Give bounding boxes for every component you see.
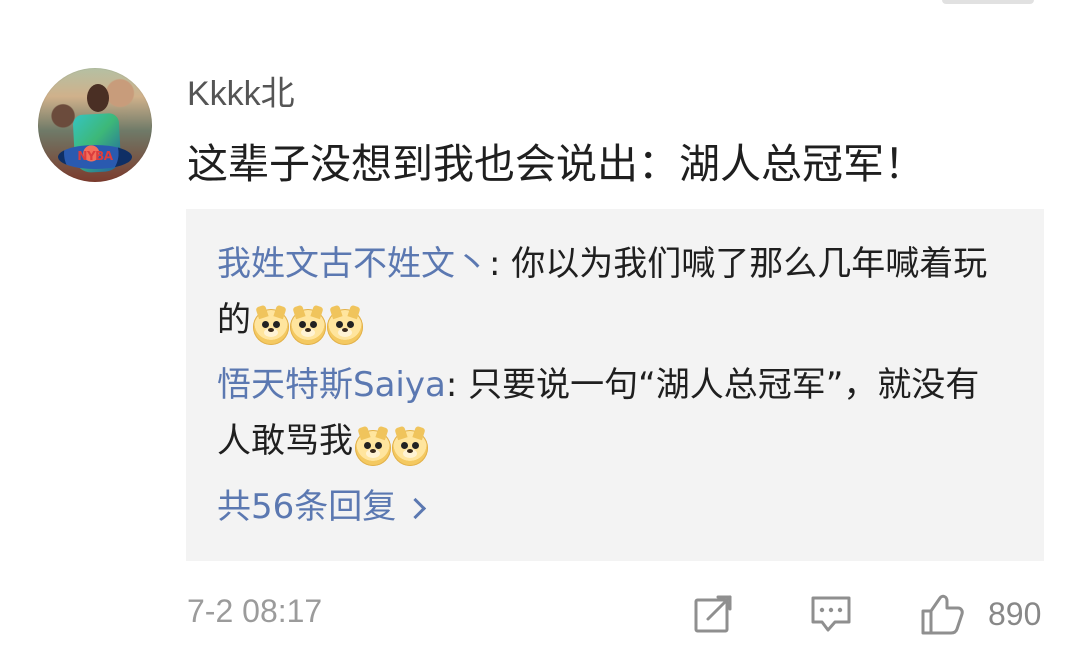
- reply-emoji-group: [253, 297, 364, 353]
- more-replies-link[interactable]: 共56条回复: [217, 483, 427, 531]
- reply-preview-box[interactable]: 我姓文古不姓文丶: 你以为我们喊了那么几年喊着玩的 悟天特斯Saiya: 只要说…: [186, 209, 1044, 561]
- avatar-logo-text: NYBA: [77, 149, 113, 163]
- reply-username[interactable]: 我姓文古不姓文丶: [217, 244, 489, 284]
- like-button[interactable]: 890: [918, 590, 1041, 638]
- username[interactable]: Kkkk北: [187, 74, 295, 114]
- doge-icon: [253, 308, 289, 345]
- comment-icon: [807, 590, 855, 638]
- comment-text: 这辈子没想到我也会说出：湖人总冠军！: [187, 140, 925, 188]
- more-replies-label: 共56条回复: [217, 487, 397, 527]
- avatar-person-head: [87, 84, 109, 112]
- reply-emoji-group: [355, 418, 429, 474]
- doge-icon: [355, 429, 391, 466]
- reply-item: 悟天特斯Saiya: 只要说一句“湖人总冠军”，就没有人敢骂我: [217, 357, 997, 474]
- chevron-right-icon: [405, 497, 427, 519]
- comment-card: NYBA Kkkk北 这辈子没想到我也会说出：湖人总冠军！ 我姓文古不姓文丶: …: [0, 0, 1080, 665]
- share-button[interactable]: [691, 590, 737, 638]
- top-cropped-element: [942, 0, 1034, 4]
- reply-username[interactable]: 悟天特斯Saiya: [217, 365, 446, 405]
- like-count: 890: [988, 596, 1042, 632]
- doge-icon: [392, 429, 428, 466]
- doge-icon: [327, 308, 363, 345]
- thumbs-up-icon: [918, 590, 966, 638]
- timestamp: 7-2 08:17: [187, 593, 323, 629]
- doge-icon: [290, 308, 326, 345]
- comment-button[interactable]: [807, 590, 855, 638]
- share-icon: [691, 591, 737, 637]
- reply-item: 我姓文古不姓文丶: 你以为我们喊了那么几年喊着玩的: [217, 236, 997, 353]
- avatar[interactable]: NYBA: [38, 68, 152, 182]
